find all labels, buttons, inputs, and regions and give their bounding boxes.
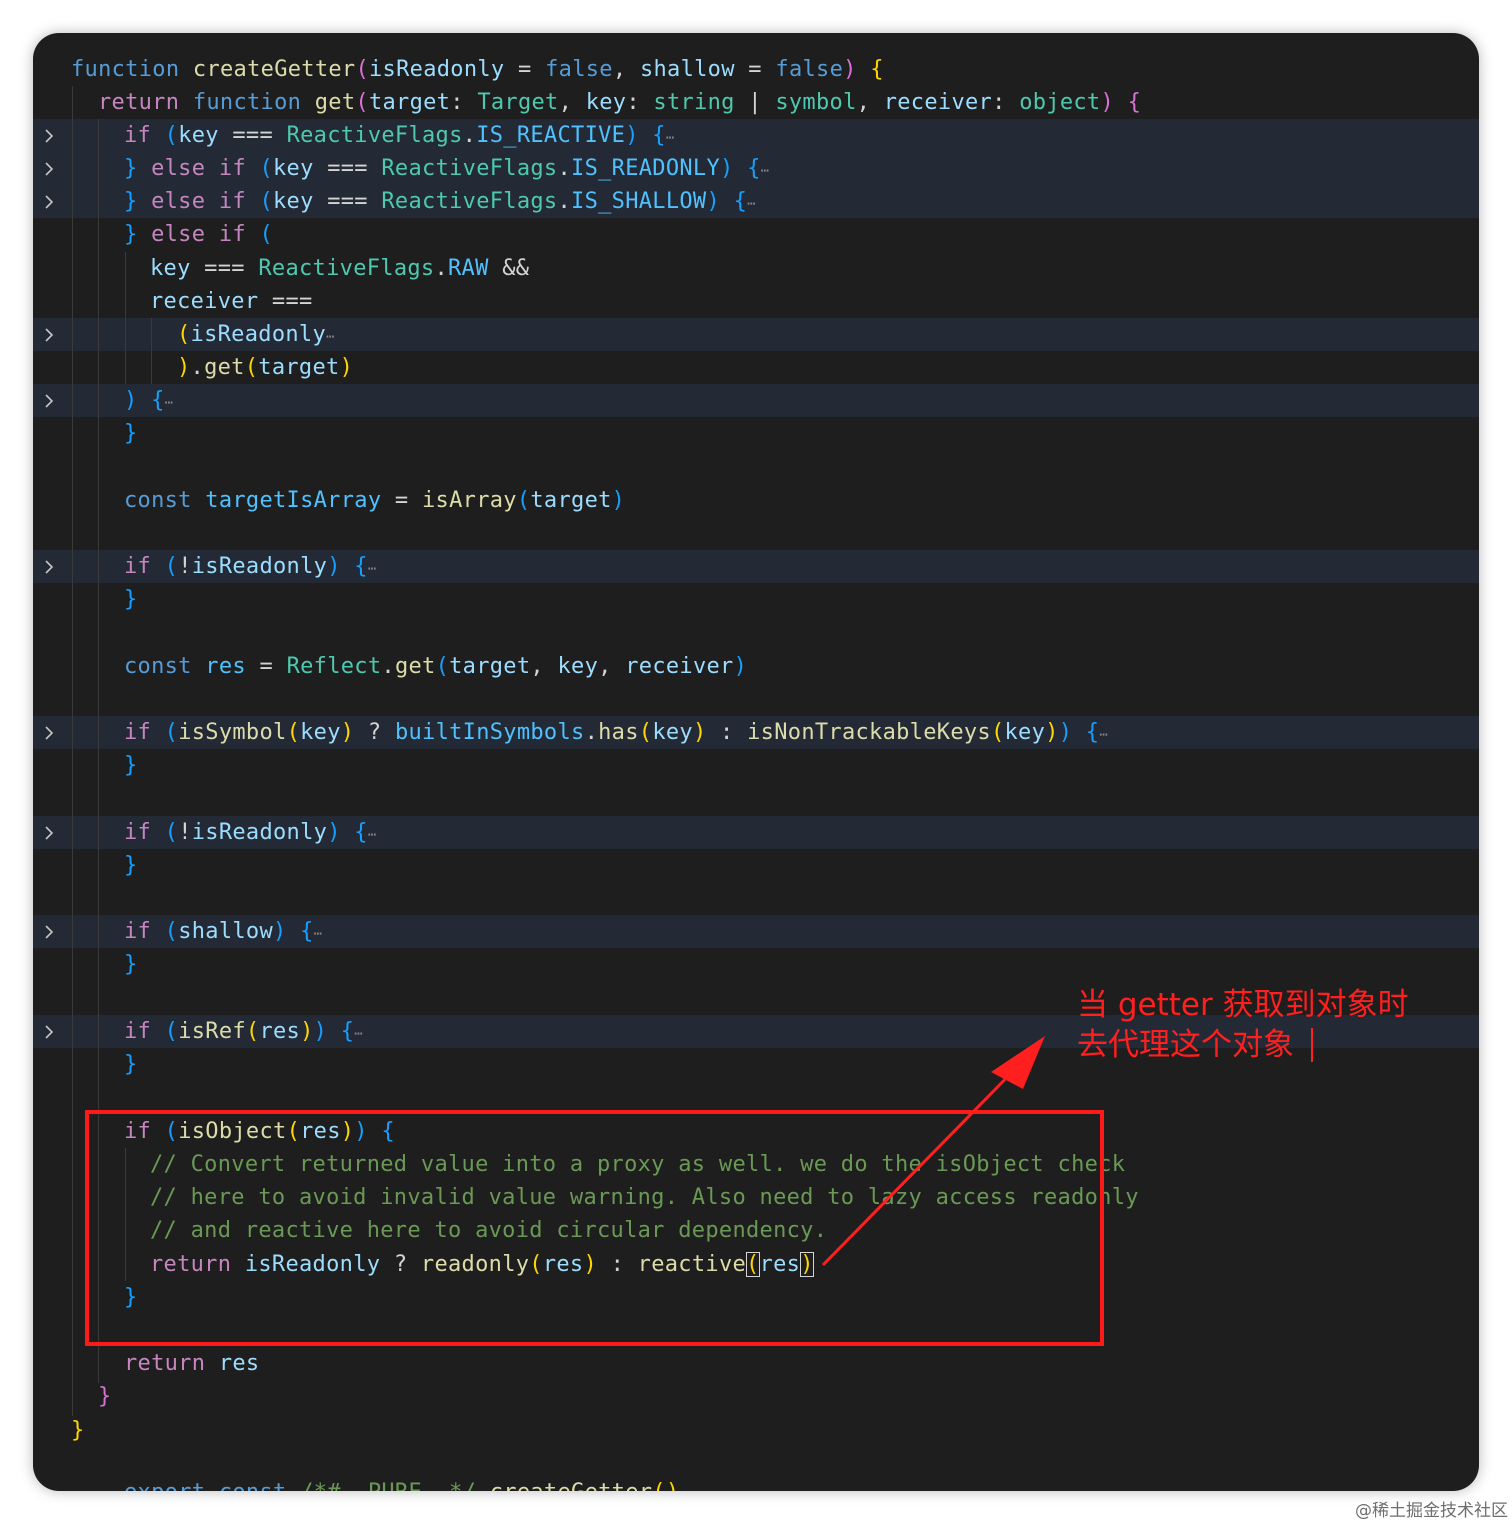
annotation-line: 去代理这个对象 (1077, 1027, 1294, 1063)
annotation-text: 当 getter 获取到对象时 去代理这个对象 (1077, 985, 1477, 1065)
text-cursor (1311, 1028, 1313, 1062)
arrow-icon (821, 1036, 1045, 1267)
watermark: @稀土掘金技术社区 (1355, 1501, 1508, 1521)
code-editor[interactable]: function createGetter(isReadonly = false… (33, 33, 1479, 1491)
annotation-line: 当 getter 获取到对象时 (1077, 987, 1409, 1023)
